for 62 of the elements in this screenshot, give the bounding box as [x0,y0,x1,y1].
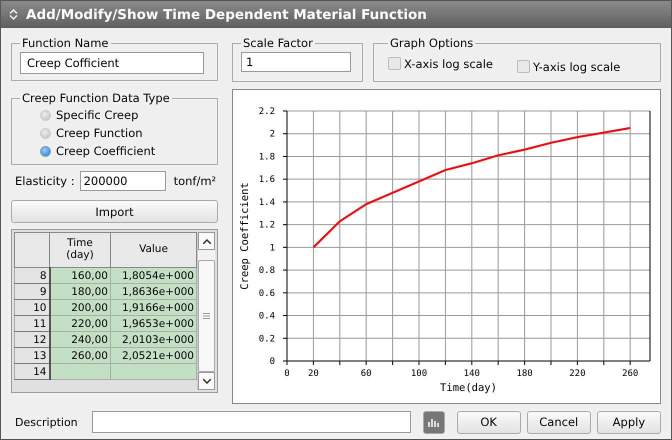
dialog-button[interactable]: Cancel [526,410,591,434]
scroll-up-icon[interactable] [202,238,210,244]
row-number: 8 [40,270,46,282]
row-number: 14 [33,366,46,378]
elasticity-field[interactable]: 200000 [80,171,166,191]
row-number: 12 [33,334,46,346]
row-number: 10 [33,302,46,314]
checkbox[interactable] [516,60,530,73]
tick-label: 20 [308,369,319,379]
tick-label: 0.8 [258,266,275,276]
tick-label: 60 [360,369,372,379]
axis-title: Creep Coefficient [239,182,251,290]
row-number: 13 [33,350,46,362]
tick-label: 1.4 [258,198,275,208]
radio-button[interactable] [40,146,51,156]
tick-label: 0.4 [258,312,275,322]
group-label: Scale Factor [243,36,313,50]
tick-label: 140 [464,369,480,379]
checkbox-label[interactable]: X-axis log scale [404,56,493,70]
row-number: 9 [40,286,46,298]
radio-label[interactable]: Creep Coefficient [56,144,156,158]
row-number: 11 [33,318,46,330]
scrollbar[interactable] [197,232,215,390]
dialog-button[interactable]: Apply [596,410,661,434]
radio-label[interactable]: Specific Creep [56,108,138,122]
tick-label: 180 [516,369,533,379]
tick-label: 1.6 [258,175,275,186]
tick-label: 260 [622,369,638,379]
window-title: Add/Modify/Show Time Dependent Material Function [26,6,427,22]
bar-chart-icon [428,416,440,428]
chart-button[interactable] [423,410,445,434]
group-label: Creep Function Data Type [22,91,170,105]
unit-label: tonf/m² [174,174,216,188]
radio-button[interactable] [40,110,51,120]
tick-label: 0.2 [258,334,275,344]
description-field[interactable] [92,411,412,433]
tick-label: 2 [270,130,275,140]
checkbox[interactable] [388,57,401,70]
grip-icon[interactable] [203,313,210,319]
checkbox-label[interactable]: Y-axis log scale [532,60,620,74]
scale-factor-field[interactable]: 1 [241,52,351,72]
tick-label: 1 [270,243,275,254]
tick-label: 100 [410,369,428,379]
function-name-field[interactable]: Creep Cofficient [20,52,204,74]
dialog-button[interactable]: OK [456,410,521,434]
import-button[interactable]: Import [11,200,218,223]
elasticity-label: Elasticity : [15,174,75,188]
tick-label: 0 [284,369,290,379]
tick-label: 1.8 [258,152,275,162]
tick-label: 0.6 [258,288,275,299]
tick-label: 220 [569,369,586,379]
tick-label: 1.2 [258,220,275,231]
scroll-down-icon[interactable] [202,378,210,384]
collapse-icon[interactable] [9,9,18,20]
group-label: Graph Options [390,36,474,50]
radio-button[interactable] [40,128,51,138]
radio-label[interactable]: Creep Function [56,126,143,140]
description-label: Description [15,416,78,428]
tick-label: 0 [270,357,275,367]
axis-title: Time(day) [440,382,497,394]
group-label: Function Name [22,36,108,50]
tick-label: 2.2 [258,107,275,117]
